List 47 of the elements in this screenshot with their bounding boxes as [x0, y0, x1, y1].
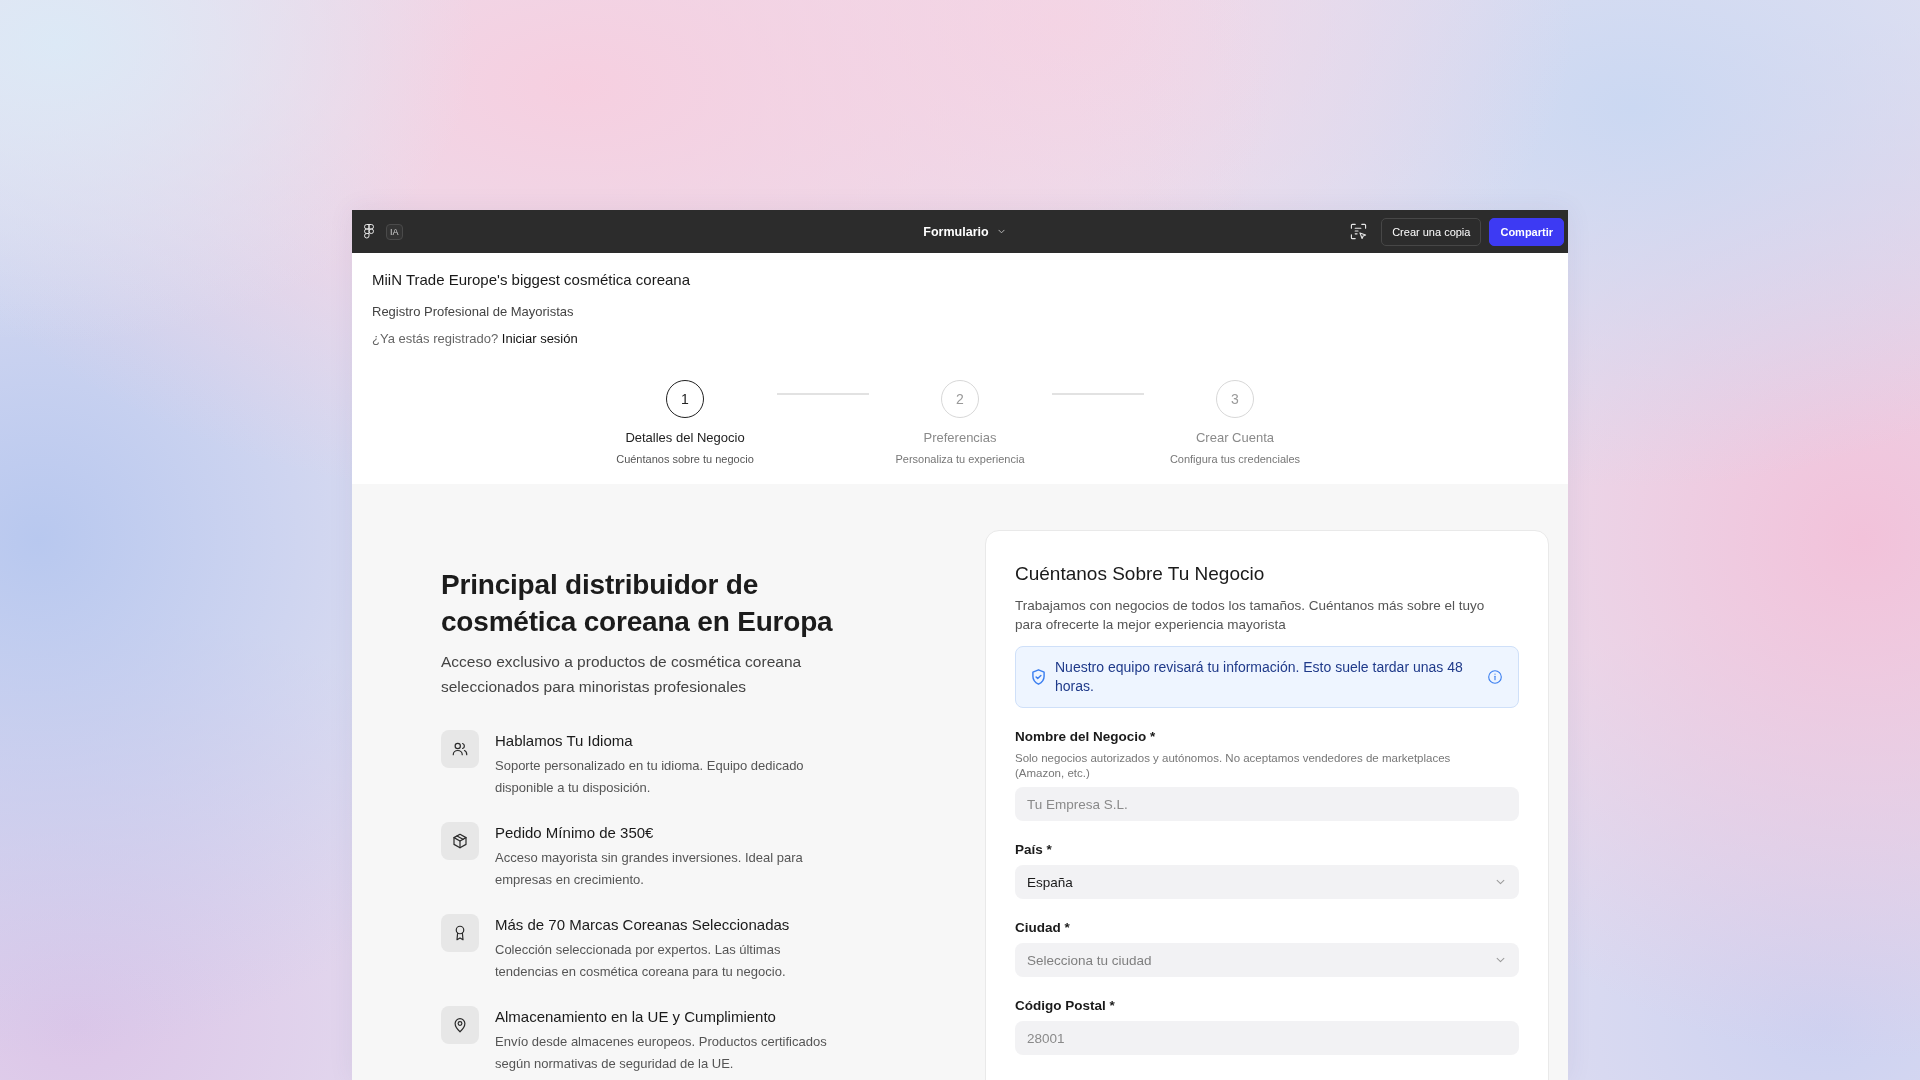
award-icon	[441, 914, 479, 952]
notice-text: Nuestro equipo revisará tu información. Esto suele tardar unas 48 horas.	[1055, 658, 1464, 696]
field-label: País *	[1015, 841, 1053, 859]
share-button[interactable]: Compartir	[1489, 217, 1564, 246]
users-icon	[441, 730, 479, 768]
feature-title: Almacenamiento en la UE y Cumplimiento	[495, 1007, 777, 1027]
step-description: Cuéntanos sobre tu negocio	[616, 452, 754, 466]
step-label: Crear Cuenta	[1195, 429, 1274, 447]
feature-text: Envío desde almacenes europeos. Productos certificados según normativas de seguridad de la UE.	[495, 1033, 828, 1073]
feature-text: Acceso mayorista sin grandes inversiones. Ideal para empresas en crecimiento.	[495, 849, 804, 889]
step-label: Preferencias	[923, 429, 997, 447]
field-label: Ciudad *	[1015, 919, 1071, 937]
logo-icon[interactable]	[364, 224, 374, 239]
feature-title: Pedido Mínimo de 350€	[495, 823, 655, 843]
step-description: Configura tus credenciales	[1169, 452, 1301, 466]
hero-text: Acceso exclusivo a productos de cosmética coreana seleccionados para minoristas profesionales	[441, 652, 803, 697]
feature-title: Hablamos Tu Idioma	[495, 731, 634, 751]
feature-text: Soporte personalizado en tu idioma. Equipo dedicado disponible a tu disposición.	[495, 757, 805, 797]
map-pin-icon	[441, 1006, 479, 1044]
shield-check-icon	[1032, 669, 1045, 685]
chevron-down-icon	[997, 229, 1005, 234]
page-subtitle: Registro Profesional de Mayoristas	[372, 303, 575, 321]
document-menu-button[interactable]: Formulario	[917, 220, 1011, 243]
dropdown-field[interactable]: España	[1015, 865, 1519, 899]
feature-title: Más de 70 Marcas Coreanas Seleccionadas	[495, 915, 791, 935]
login-link[interactable]: Iniciar sesión	[501, 331, 578, 346]
info-icon[interactable]	[1488, 670, 1502, 684]
cube-icon	[441, 822, 479, 860]
copy-button[interactable]: Crear una copia	[1381, 217, 1482, 246]
ai-button[interactable]: IA	[386, 223, 403, 240]
hero-heading: Principal distribuidor de cosmética coreana en Europa	[441, 568, 834, 639]
input-field[interactable]: 28001	[1015, 1021, 1519, 1055]
chevron-down-icon	[1496, 957, 1505, 963]
login-prompt: ¿Ya estás registrado?	[372, 331, 499, 346]
field-label: Código Postal *	[1015, 997, 1116, 1015]
form-description: Trabajamos con negocios de todos los tamaños. Cuéntanos más sobre el tuyo para ofrecerte la mejor experiencia mayorista	[1015, 597, 1486, 634]
page-title: MiiN Trade Europe's biggest cosmética coreana	[372, 270, 692, 290]
chevron-down-icon	[1496, 879, 1505, 885]
frame-icon[interactable]	[1350, 223, 1368, 240]
input-field[interactable]: Tu Empresa S.L.	[1015, 787, 1519, 821]
dropdown-field[interactable]: Selecciona tu ciudad	[1015, 943, 1519, 977]
step-description: Personaliza tu experiencia	[895, 452, 1025, 466]
form-title: Cuéntanos Sobre Tu Negocio	[1015, 562, 1266, 586]
field-label: Nombre del Negocio *	[1015, 728, 1157, 746]
step-label: Detalles del Negocio	[625, 429, 745, 447]
field-hint: Solo negocios autorizados y autónomos. No aceptamos vendedores de marketplaces (Amazon, etc.)	[1015, 751, 1452, 781]
feature-text: Colección seleccionada por expertos. Las últimas tendencias en cosmética coreana para tu negocio.	[495, 941, 787, 981]
